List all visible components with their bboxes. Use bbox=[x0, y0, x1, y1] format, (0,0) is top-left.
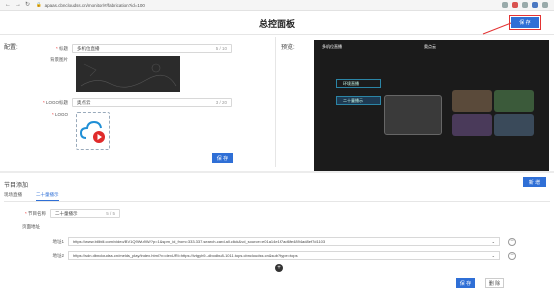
remove-url-2-icon[interactable]: − bbox=[508, 251, 516, 260]
annotation-arrow bbox=[482, 22, 512, 35]
new-program-button[interactable]: 新 增 bbox=[523, 177, 546, 187]
bg-row: 背景图片 bbox=[30, 57, 72, 63]
cloud-play-icon bbox=[79, 120, 105, 143]
header-bar: 总控面板 bbox=[0, 11, 554, 35]
logo-label: LOGO bbox=[54, 112, 68, 117]
add-url-icon[interactable]: + bbox=[275, 264, 283, 272]
preview-menu-item-1: 环境直播 bbox=[336, 79, 381, 88]
bookmark-icon[interactable] bbox=[522, 2, 528, 8]
preview-panel: 多机位直播 奥点云 环境直播 二十童播示 bbox=[314, 40, 549, 171]
reload-icon[interactable]: ↻ bbox=[25, 2, 30, 8]
preview-video-2 bbox=[452, 90, 492, 112]
url-label-1: 地址1 bbox=[52, 238, 64, 244]
vertical-divider bbox=[275, 37, 276, 167]
preview-screen-title: 多机位直播 bbox=[322, 44, 342, 49]
program-name-row: * 节目名称 二十童播示 5 / 5 bbox=[16, 209, 120, 218]
chalkboard-image bbox=[76, 56, 180, 92]
title-label: 标题 bbox=[59, 45, 68, 51]
url-text: apaas.cbncloudss.cn/monitor/#/fabricatio… bbox=[44, 2, 145, 8]
profile-icon[interactable] bbox=[532, 2, 538, 8]
program-delete-button[interactable]: 删 除 bbox=[485, 278, 504, 288]
logo-upload[interactable] bbox=[76, 112, 110, 150]
tab-live[interactable]: 现场直播 bbox=[4, 192, 22, 198]
section-divider bbox=[0, 171, 554, 173]
address-bar[interactable]: 🔒 apaas.cbncloudss.cn/monitor/#/fabricat… bbox=[36, 2, 145, 8]
urls-label: 页面地址 bbox=[22, 224, 40, 229]
tab-underline bbox=[4, 201, 550, 202]
url-input-2[interactable]: https://sdn.dbncloudss.cn/melds_play/ind… bbox=[68, 251, 500, 260]
preview-video-main bbox=[384, 95, 442, 135]
menu-icon[interactable] bbox=[542, 2, 548, 8]
logo-title-char-count: 3 / 20 bbox=[215, 100, 227, 105]
title-input[interactable]: 多机位直播 5 / 10 bbox=[72, 44, 232, 53]
preview-logo-text: 奥点云 bbox=[424, 44, 436, 49]
program-name-char-count: 5 / 5 bbox=[106, 211, 115, 216]
remove-url-1-icon[interactable]: − bbox=[508, 237, 516, 246]
config-save-button[interactable]: 保 存 bbox=[212, 153, 233, 163]
url-input-1[interactable]: https://www.bilibili.com/video/BV1Q9Wu9W… bbox=[68, 237, 500, 246]
program-name-label: 节目名称 bbox=[28, 210, 46, 216]
logo-row: * LOGO bbox=[51, 112, 68, 117]
title-char-count: 5 / 10 bbox=[215, 46, 227, 51]
page-title: 总控面板 bbox=[258, 19, 295, 29]
tab-demo[interactable]: 二十童播示 bbox=[36, 192, 59, 201]
chevron-down-icon[interactable]: ⌄ bbox=[492, 253, 495, 258]
bg-label: 背景图片 bbox=[50, 57, 68, 62]
program-name-input[interactable]: 二十童播示 5 / 5 bbox=[50, 209, 120, 218]
preview-video-4 bbox=[452, 114, 492, 136]
url-row-2: 地址2 https://sdn.dbncloudss.cn/melds_play… bbox=[36, 251, 516, 260]
program-save-button[interactable]: 保 存 bbox=[456, 278, 475, 288]
title-row: * 标题 多机位直播 5 / 10 bbox=[30, 44, 232, 53]
browser-toolbar: ← → ↻ 🔒 apaas.cbncloudss.cn/monitor/#/fa… bbox=[0, 0, 554, 11]
preview-label: 预览: bbox=[281, 45, 295, 51]
url-row-1: 地址1 https://www.bilibili.com/video/BV1Q9… bbox=[36, 237, 516, 246]
extension-icon[interactable] bbox=[512, 2, 518, 8]
nav-buttons: ← → ↻ bbox=[5, 2, 30, 8]
forward-icon[interactable]: → bbox=[15, 2, 21, 8]
translate-icon[interactable] bbox=[502, 2, 508, 8]
config-label: 配置: bbox=[4, 45, 18, 51]
lock-icon: 🔒 bbox=[36, 2, 42, 7]
program-label: 节目添加 bbox=[4, 183, 29, 189]
logo-title-input[interactable]: 奥点云 3 / 20 bbox=[72, 98, 232, 107]
logo-title-label: LOGO标题 bbox=[45, 99, 68, 105]
back-icon[interactable]: ← bbox=[5, 2, 11, 8]
logo-title-row: * LOGO标题 奥点云 3 / 20 bbox=[30, 98, 232, 107]
preview-video-5 bbox=[494, 114, 534, 136]
preview-menu-item-2: 二十童播示 bbox=[336, 96, 381, 105]
background-image-upload[interactable] bbox=[76, 56, 180, 92]
url-label-2: 地址2 bbox=[52, 252, 64, 258]
chevron-down-icon[interactable]: ⌄ bbox=[492, 239, 495, 244]
header-save-button[interactable]: 保 存 bbox=[509, 15, 541, 30]
preview-video-3 bbox=[494, 90, 534, 112]
